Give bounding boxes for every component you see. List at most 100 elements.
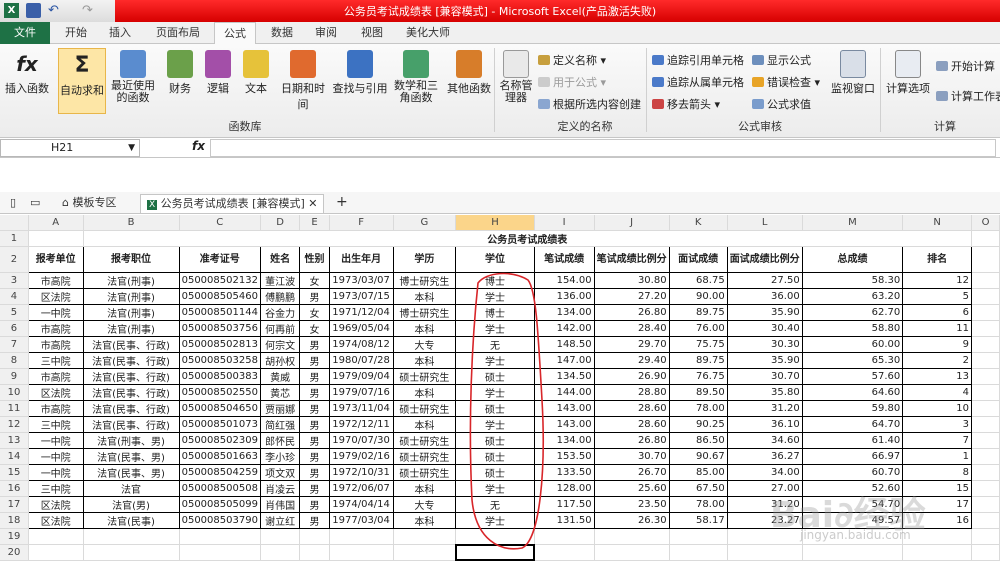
cell[interactable]: 29.40 (594, 352, 670, 370)
cell[interactable] (28, 230, 84, 248)
add-tab-button[interactable]: + (330, 194, 354, 213)
create-from-selection-button[interactable]: 根据所选内容创建 (538, 96, 641, 112)
cell[interactable]: 法官(民事、行政) (83, 336, 180, 354)
cell[interactable]: 85.00 (669, 464, 728, 482)
column-title[interactable]: 学历 (393, 246, 457, 274)
cell[interactable]: 23.50 (594, 496, 670, 514)
cell[interactable]: 26.70 (594, 464, 670, 482)
row-header[interactable]: 18 (0, 512, 29, 530)
cell[interactable]: 26.30 (594, 512, 670, 530)
cell[interactable]: 法官(刑事、男) (83, 432, 180, 450)
cell[interactable] (971, 400, 1000, 418)
cell[interactable]: 博士 (455, 272, 535, 290)
select-all-corner[interactable] (0, 215, 29, 232)
cell[interactable]: 30.80 (594, 272, 670, 290)
cell[interactable]: 学士 (455, 416, 535, 434)
column-header-f[interactable]: F (329, 215, 394, 232)
cell[interactable] (971, 464, 1000, 482)
column-header-d[interactable]: D (260, 215, 301, 232)
cell[interactable]: 57.60 (802, 368, 904, 386)
cell[interactable] (971, 288, 1000, 306)
cell[interactable]: 67.50 (669, 480, 728, 498)
cell[interactable]: 硕士 (455, 400, 535, 418)
cell[interactable]: 64.60 (802, 384, 904, 402)
cell[interactable]: 法官 (83, 480, 180, 498)
cell[interactable] (971, 480, 1000, 498)
cell[interactable] (971, 432, 1000, 450)
cell[interactable]: 36.27 (727, 448, 803, 466)
cell[interactable]: 142.00 (534, 320, 595, 338)
cell[interactable]: 62.70 (802, 304, 904, 322)
calc-options-button[interactable]: 计算选项 (884, 50, 932, 96)
cell[interactable]: 男 (299, 352, 330, 370)
cell[interactable] (971, 230, 1000, 248)
row-header[interactable]: 17 (0, 496, 29, 514)
cell[interactable]: 050008500508 (179, 480, 261, 498)
cell[interactable]: 050008503756 (179, 320, 261, 338)
remove-arrows-button[interactable]: 移去箭头 ▾ (652, 96, 720, 112)
column-title[interactable]: 面试成绩 (669, 246, 728, 274)
tab-file[interactable]: 文件 (0, 22, 50, 44)
cell[interactable]: 法官(刑事) (83, 288, 180, 306)
cell[interactable]: 153.50 (534, 448, 595, 466)
cell[interactable]: 女 (299, 320, 330, 338)
column-header-o[interactable]: O (971, 215, 1000, 232)
row-header[interactable]: 15 (0, 464, 29, 482)
cell[interactable]: 143.00 (534, 400, 595, 418)
row-header[interactable]: 4 (0, 288, 29, 306)
cell[interactable] (393, 544, 457, 561)
trace-precedents-button[interactable]: 追踪引用单元格 (652, 52, 744, 68)
cell[interactable] (971, 368, 1000, 386)
cell[interactable]: 35.90 (727, 352, 803, 370)
cell[interactable] (455, 528, 535, 546)
cell[interactable] (971, 304, 1000, 322)
cell[interactable] (594, 544, 670, 561)
cell[interactable]: 1970/07/30 (329, 432, 394, 450)
cell[interactable]: 肖凌云 (260, 480, 301, 498)
active-cell[interactable] (454, 543, 536, 562)
cell[interactable]: 35.90 (727, 304, 803, 322)
cell[interactable]: 78.00 (669, 400, 728, 418)
cell[interactable]: 117.50 (534, 496, 595, 514)
trace-dependents-button[interactable]: 追踪从属单元格 (652, 74, 744, 90)
cell[interactable]: 1977/03/04 (329, 512, 394, 530)
cell[interactable]: 1971/12/04 (329, 304, 394, 322)
cell[interactable]: 36.00 (727, 288, 803, 306)
math-button[interactable]: 数学和三角函数 (390, 50, 442, 104)
cell[interactable]: 谢立红 (260, 512, 301, 530)
cell[interactable]: 76.75 (669, 368, 728, 386)
cell[interactable]: 硕士研究生 (393, 400, 457, 418)
cell[interactable] (260, 528, 301, 546)
tab-insert[interactable]: 插入 (100, 22, 140, 44)
cell[interactable]: 11 (902, 320, 973, 338)
cell[interactable]: 博士研究生 (393, 272, 457, 290)
cell[interactable]: 050008502550 (179, 384, 261, 402)
cell[interactable]: 30.40 (727, 320, 803, 338)
column-header-a[interactable]: A (28, 215, 84, 232)
column-header-h[interactable]: H (455, 215, 535, 232)
cell[interactable] (971, 246, 1000, 274)
cell[interactable]: 050008502132 (179, 272, 261, 290)
cell[interactable]: 34.00 (727, 464, 803, 482)
cell[interactable] (179, 544, 261, 561)
cell[interactable]: 学士 (455, 512, 535, 530)
cell[interactable]: 58.80 (802, 320, 904, 338)
cell[interactable]: 硕士研究生 (393, 448, 457, 466)
cell[interactable]: 市高院 (28, 336, 84, 354)
cell[interactable]: 区法院 (28, 384, 84, 402)
cell[interactable] (971, 384, 1000, 402)
column-title[interactable]: 准考证号 (179, 246, 261, 274)
cell[interactable]: 男 (299, 432, 330, 450)
row-header[interactable]: 8 (0, 352, 29, 370)
cell[interactable]: 男 (299, 400, 330, 418)
cell[interactable] (971, 496, 1000, 514)
cell[interactable] (329, 528, 394, 546)
cell[interactable] (971, 416, 1000, 434)
column-title[interactable]: 报考职位 (83, 246, 180, 274)
cell[interactable]: 27.50 (727, 272, 803, 290)
cell[interactable]: 本科 (393, 512, 457, 530)
cell[interactable]: 35.80 (727, 384, 803, 402)
cell[interactable]: 大专 (393, 336, 457, 354)
row-header[interactable]: 13 (0, 432, 29, 450)
cell[interactable]: 131.50 (534, 512, 595, 530)
